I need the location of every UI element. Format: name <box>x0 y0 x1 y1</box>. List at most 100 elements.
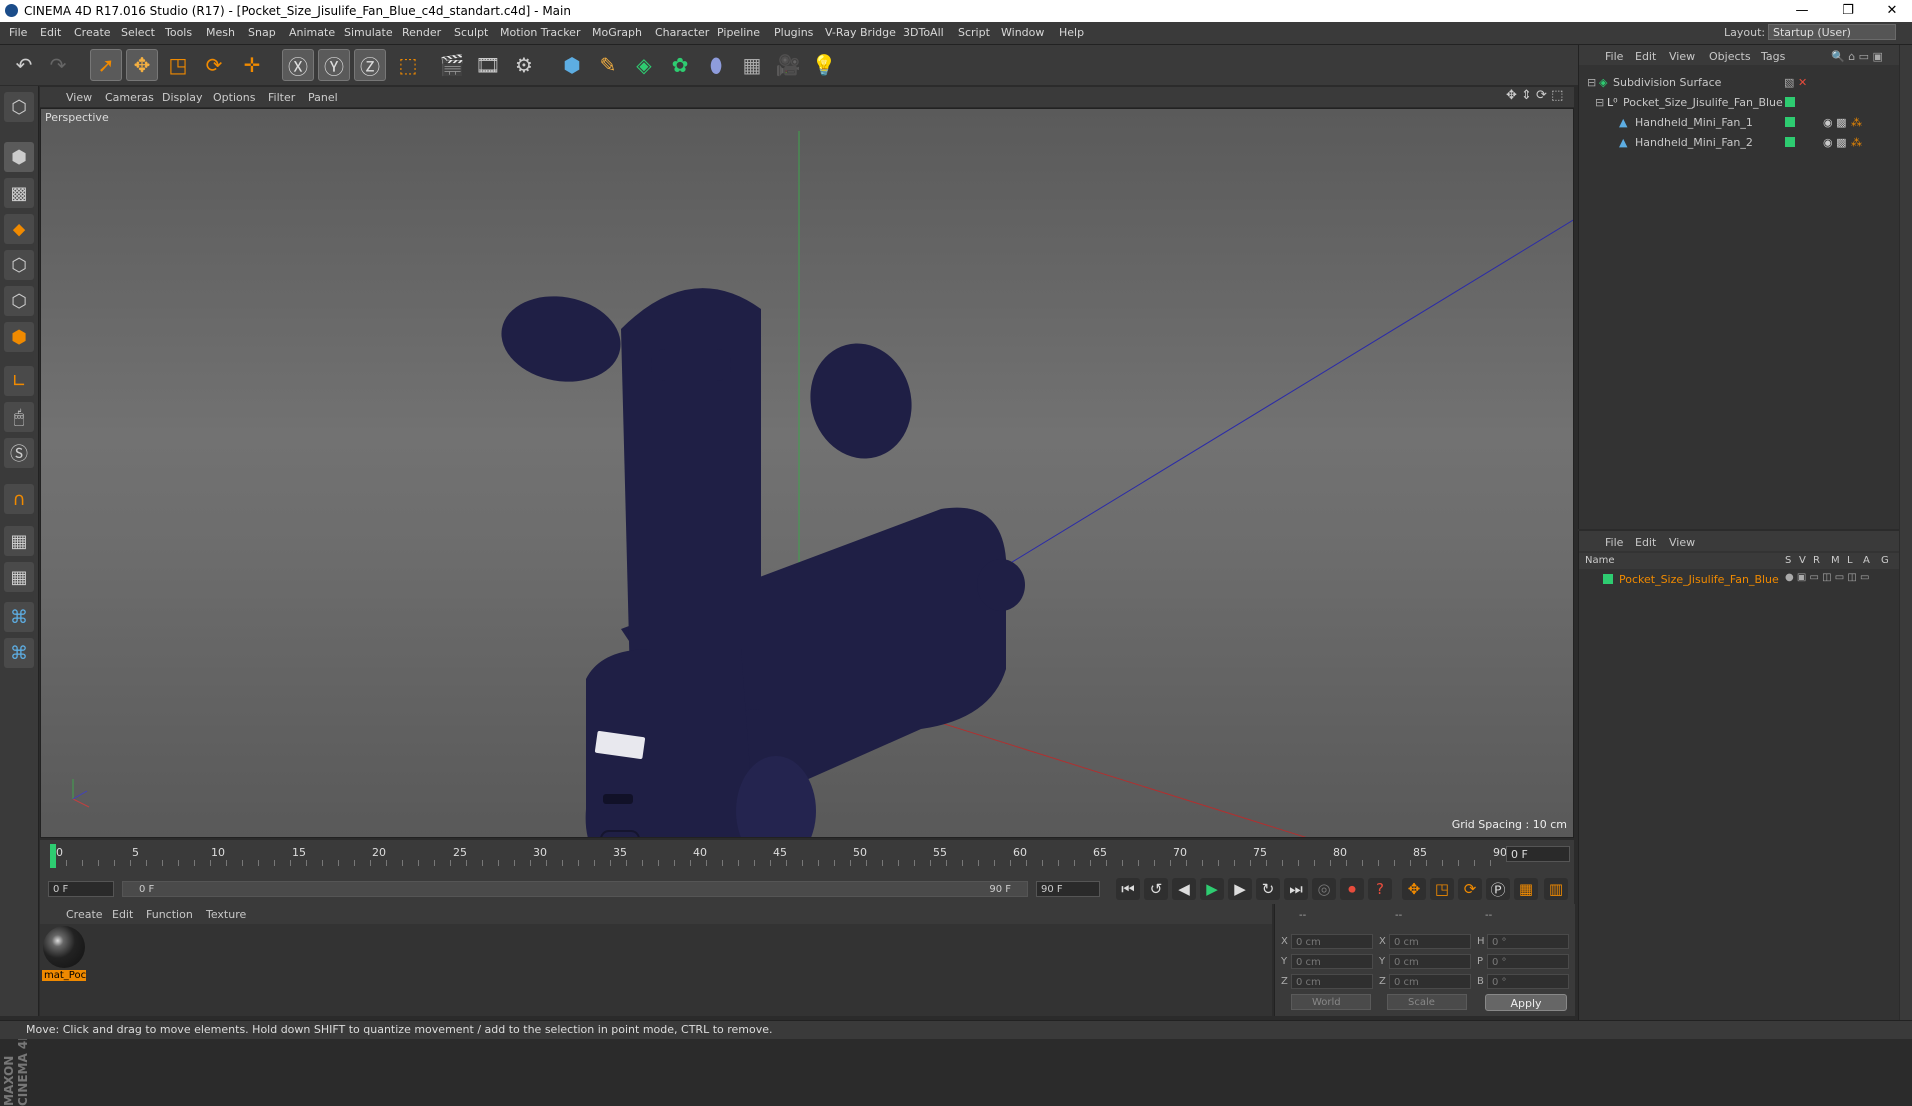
menu-sculpt[interactable]: Sculpt <box>454 26 488 39</box>
model-mode-icon[interactable]: ⬢ <box>4 142 34 172</box>
vp-menu-panel[interactable]: Panel <box>308 91 338 104</box>
rotation-p-field[interactable]: 0 ° <box>1487 954 1569 969</box>
go-to-start-icon[interactable]: ⏮ <box>1116 878 1140 900</box>
menu-plugins[interactable]: Plugins <box>774 26 813 39</box>
position-y-field[interactable]: 0 cm <box>1291 954 1373 969</box>
object-row[interactable]: ⊟ L⁰ Pocket_Size_Jisulife_Fan_Blue <box>1579 93 1899 111</box>
move-tool-icon[interactable]: ✥ <box>126 49 158 81</box>
apply-button[interactable]: Apply <box>1485 994 1567 1011</box>
obj-menu-edit[interactable]: Edit <box>1635 50 1656 63</box>
step-back-icon[interactable]: ◀ <box>1172 878 1196 900</box>
vp-menu-display[interactable]: Display <box>162 91 203 104</box>
timeline-scale[interactable]: 0 5 10 15 20 25 30 35 40 45 50 55 60 65 … <box>50 842 1507 872</box>
coordinate-space-select[interactable]: World <box>1291 994 1371 1010</box>
rotation-b-field[interactable]: 0 ° <box>1487 974 1569 989</box>
menu-select[interactable]: Select <box>121 26 155 39</box>
polygons-mode-icon[interactable]: ⬢ <box>4 322 34 352</box>
menu-character[interactable]: Character <box>655 26 709 39</box>
z-axis-lock-icon[interactable]: Ⓩ <box>354 49 386 81</box>
timeline-window-icon[interactable]: ▥ <box>1544 878 1568 900</box>
material-swatch[interactable]: mat_Poc <box>42 926 86 982</box>
menu-file[interactable]: File <box>9 26 27 39</box>
cube-object-icon[interactable]: ⬢ <box>556 49 588 81</box>
vp-menu-filter[interactable]: Filter <box>268 91 295 104</box>
menu-snap[interactable]: Snap <box>248 26 276 39</box>
disabled-icon[interactable]: ✕ <box>1798 76 1807 89</box>
viewport-nav-icons[interactable]: ✥ ⇕ ⟳ ⬚ <box>1506 88 1563 103</box>
camera-object-icon[interactable]: 🎥 <box>772 49 804 81</box>
obj-menu-tags[interactable]: Tags <box>1761 50 1785 63</box>
magnet-icon[interactable]: ∩ <box>4 484 34 514</box>
restore-button[interactable]: ❐ <box>1828 1 1868 21</box>
obj-manager-tools-icon[interactable]: 🔍 ⌂ ▭ ▣ <box>1831 50 1883 63</box>
obj-menu-view[interactable]: View <box>1669 50 1695 63</box>
menu-simulate[interactable]: Simulate <box>344 26 393 39</box>
coordinate-system-icon[interactable]: ⬚ <box>392 49 424 81</box>
mat-menu-texture[interactable]: Texture <box>206 908 246 921</box>
material-tag-icon[interactable]: ◉ ▩ <box>1823 136 1847 149</box>
menu-motion-tracker[interactable]: Motion Tracker <box>500 26 580 39</box>
menu-pipeline[interactable]: Pipeline <box>717 26 760 39</box>
object-row[interactable]: ▲ Handheld_Mini_Fan_1 ◉ ▩ ⁂ <box>1579 113 1899 131</box>
render-settings-icon[interactable]: ⚙ <box>508 49 540 81</box>
layer-row[interactable]: Pocket_Size_Jisulife_Fan_Blue ● ▣ ▭ ◫ ▭ … <box>1579 571 1899 587</box>
close-button[interactable]: ✕ <box>1872 1 1912 21</box>
grid-lock-icon[interactable]: ▦ <box>4 526 34 556</box>
floor-object-icon[interactable]: ▦ <box>736 49 768 81</box>
y-axis-lock-icon[interactable]: Ⓨ <box>318 49 350 81</box>
visibility-icon[interactable]: ▧ <box>1784 76 1794 89</box>
x-axis-lock-icon[interactable]: Ⓧ <box>282 49 314 81</box>
vp-menu-view[interactable]: View <box>66 91 92 104</box>
mat-menu-edit[interactable]: Edit <box>112 908 133 921</box>
obj-menu-file[interactable]: File <box>1605 50 1623 63</box>
live-selection-icon[interactable]: ✛ <box>236 49 268 81</box>
next-keyframe-icon[interactable]: ↻ <box>1256 878 1280 900</box>
material-tag-icon[interactable]: ◉ ▩ <box>1823 116 1847 129</box>
texture-mode-icon[interactable]: ▩ <box>4 178 34 208</box>
pen-spline-icon[interactable]: ✎ <box>592 49 624 81</box>
menu-script[interactable]: Script <box>958 26 990 39</box>
key-position-icon[interactable]: ✥ <box>1402 878 1426 900</box>
light-object-icon[interactable]: 💡 <box>808 49 840 81</box>
side-tabs[interactable] <box>1900 45 1912 1020</box>
undo-icon[interactable]: ↶ <box>8 49 40 81</box>
object-row[interactable]: ▲ Handheld_Mini_Fan_2 ◉ ▩ ⁂ <box>1579 133 1899 151</box>
autokey-icon[interactable]: ⏺ <box>1340 878 1364 900</box>
texture-tag-icon[interactable]: ⁂ <box>1851 136 1862 149</box>
menu-window[interactable]: Window <box>1001 26 1044 39</box>
rotate-tool-icon[interactable]: ⟳ <box>198 49 230 81</box>
size-y-field[interactable]: 0 cm <box>1389 954 1471 969</box>
go-to-end-icon[interactable]: ⏭ <box>1284 878 1308 900</box>
collapse-icon[interactable]: ⊟ <box>1587 76 1596 89</box>
play-icon[interactable]: ▶ <box>1200 878 1224 900</box>
array-generator-icon[interactable]: ✿ <box>664 49 696 81</box>
key-pla-icon[interactable]: ▦ <box>1514 878 1538 900</box>
subdivision-surface-icon[interactable]: ◈ <box>628 49 660 81</box>
collapse-icon[interactable]: ⊟ <box>1595 96 1604 109</box>
menu-create[interactable]: Create <box>74 26 111 39</box>
menu-mesh[interactable]: Mesh <box>206 26 235 39</box>
keyframe-selection-icon[interactable]: ? <box>1368 878 1392 900</box>
range-slider[interactable]: 0 F 90 F <box>122 881 1028 897</box>
key-parameter-icon[interactable]: Ⓟ <box>1486 878 1510 900</box>
mat-menu-function[interactable]: Function <box>146 908 193 921</box>
menu-vray-bridge[interactable]: V-Ray Bridge <box>825 26 896 39</box>
tweak-mode-icon[interactable]: 🖱 <box>4 402 34 432</box>
layout-select[interactable]: Startup (User) <box>1768 24 1896 40</box>
size-x-field[interactable]: 0 cm <box>1389 934 1471 949</box>
timeline[interactable]: 0 5 10 15 20 25 30 35 40 45 50 55 60 65 … <box>40 840 1574 874</box>
scale-tool-icon[interactable]: ◳ <box>162 49 194 81</box>
menu-edit[interactable]: Edit <box>40 26 61 39</box>
prev-keyframe-icon[interactable]: ↺ <box>1144 878 1168 900</box>
size-mode-select[interactable]: Scale <box>1387 994 1467 1010</box>
start-frame-field[interactable]: 0 F <box>48 881 114 897</box>
points-mode-icon[interactable]: ⬡ <box>4 250 34 280</box>
layer-toggles-icon[interactable]: ● ▣ ▭ ◫ ▭ ◫ ▭ <box>1785 572 1870 583</box>
menu-tools[interactable]: Tools <box>165 26 192 39</box>
menu-3dtoall[interactable]: 3DToAll <box>903 26 944 39</box>
key-rotation-icon[interactable]: ⟳ <box>1458 878 1482 900</box>
rotation-h-field[interactable]: 0 ° <box>1487 934 1569 949</box>
menu-animate[interactable]: Animate <box>289 26 335 39</box>
snap-icon[interactable]: Ⓢ <box>4 438 34 468</box>
obj-menu-objects[interactable]: Objects <box>1709 50 1751 63</box>
